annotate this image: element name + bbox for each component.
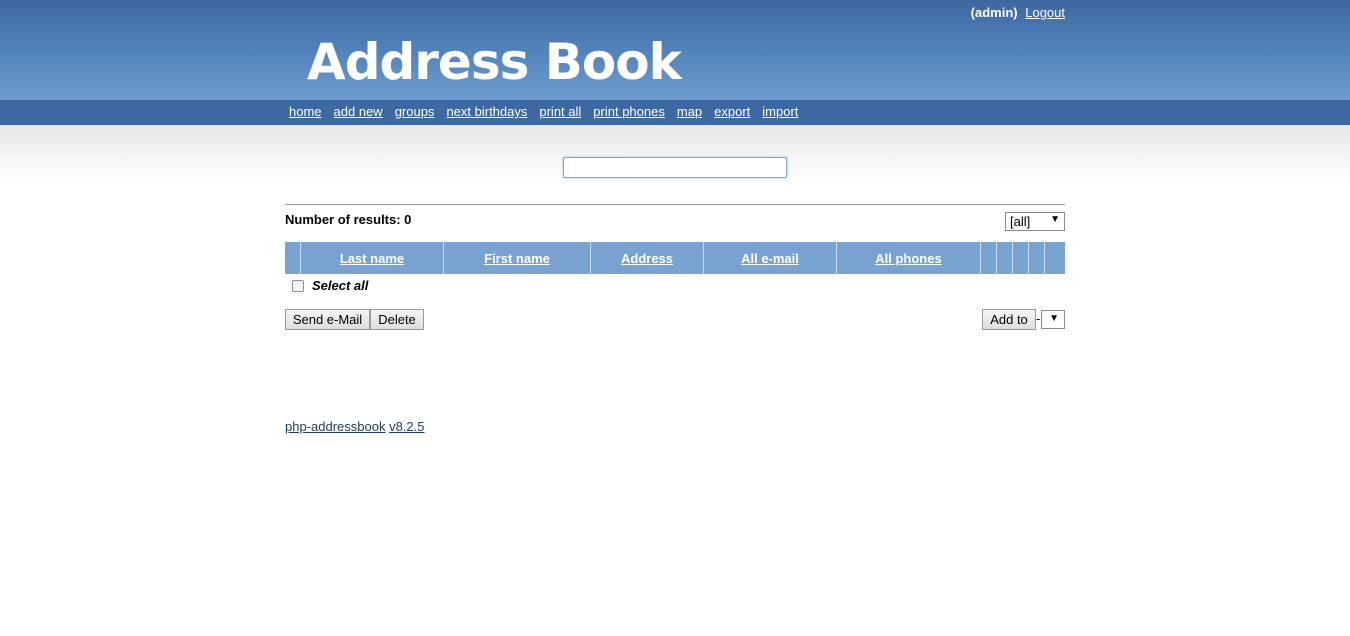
app-logo: Address Book xyxy=(307,33,682,91)
select-all-label: Select all xyxy=(312,278,369,293)
user-info: (admin) Logout xyxy=(971,5,1065,20)
column-header-first-name[interactable]: First name xyxy=(444,242,591,274)
divider xyxy=(285,204,1065,205)
page-header: (admin) Logout Address Book xyxy=(0,0,1350,100)
group-filter-value: [all] xyxy=(1010,214,1031,229)
column-header-action xyxy=(981,242,997,274)
column-header-checkbox xyxy=(285,242,301,274)
select-all-checkbox[interactable] xyxy=(292,279,304,292)
column-header-action xyxy=(1013,242,1029,274)
nav-export[interactable]: export xyxy=(714,104,750,119)
username: (admin) xyxy=(970,5,1018,20)
nav-bar: home add new groups next birthdays print… xyxy=(0,100,1350,125)
nav-groups[interactable]: groups xyxy=(395,104,435,119)
add-to-button[interactable]: Add to xyxy=(982,309,1036,330)
column-header-action xyxy=(1029,242,1045,274)
column-header-last-name[interactable]: Last name xyxy=(301,242,444,274)
column-header-action xyxy=(1045,242,1065,274)
column-header-all-phones[interactable]: All phones xyxy=(837,242,981,274)
logout-link[interactable]: Logout xyxy=(1025,5,1065,20)
delete-button[interactable]: Delete xyxy=(370,309,424,330)
app-name-link[interactable]: php-addressbook xyxy=(285,419,385,434)
dropdown-arrow-icon: ▼ xyxy=(1049,313,1059,324)
nav-home[interactable]: home xyxy=(289,104,322,119)
nav-import[interactable]: import xyxy=(762,104,798,119)
nav-menu: home add new groups next birthdays print… xyxy=(289,104,810,119)
dropdown-arrow-icon: ▼ xyxy=(1050,214,1060,225)
version-link[interactable]: v8.2.5 xyxy=(389,419,424,434)
separator: - xyxy=(1036,311,1041,326)
column-header-address[interactable]: Address xyxy=(591,242,704,274)
search-area xyxy=(0,125,1350,185)
nav-next-birthdays[interactable]: next birthdays xyxy=(446,104,527,119)
footer: php-addressbook v8.2.5 xyxy=(285,419,425,434)
column-header-all-email[interactable]: All e-mail xyxy=(704,242,837,274)
contacts-table-header: Last name First name Address All e-mail … xyxy=(285,242,1065,274)
add-to-group-select[interactable]: ▼ xyxy=(1041,310,1065,329)
nav-add-new[interactable]: add new xyxy=(334,104,383,119)
search-input[interactable] xyxy=(563,157,787,178)
nav-print-all[interactable]: print all xyxy=(539,104,581,119)
send-email-button[interactable]: Send e-Mail xyxy=(285,309,370,330)
column-header-action xyxy=(997,242,1013,274)
group-filter-select[interactable]: [all] ▼ xyxy=(1005,212,1065,231)
select-all-row: Select all xyxy=(292,278,368,293)
results-count: Number of results: 0 xyxy=(285,212,412,227)
nav-map[interactable]: map xyxy=(677,104,702,119)
nav-print-phones[interactable]: print phones xyxy=(593,104,665,119)
